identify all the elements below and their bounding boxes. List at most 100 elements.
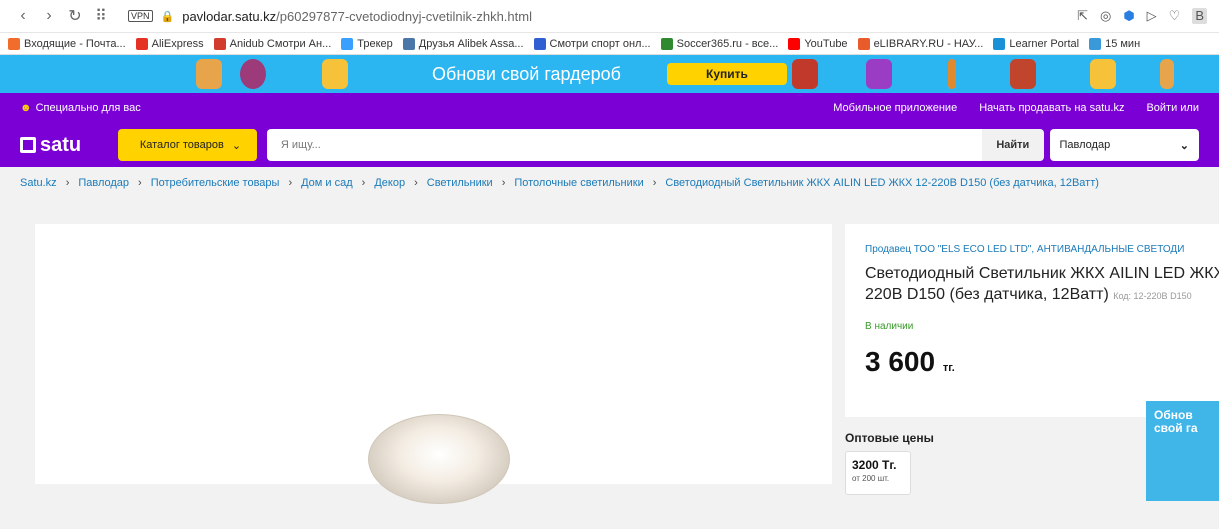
search-input[interactable]: Я ищу... [266, 129, 983, 161]
breadcrumb-link[interactable]: Светильники [427, 177, 493, 189]
bookmark-favicon-icon [993, 37, 1006, 50]
breadcrumb-link[interactable]: Декор [374, 177, 405, 189]
breadcrumb-link[interactable]: Светодиодный Светильник ЖКХ AILIN LED ЖК… [665, 177, 1099, 189]
profile-icon[interactable]: B [1192, 8, 1207, 24]
reload-icon[interactable]: ↻ [64, 5, 86, 27]
bookmark-item[interactable]: eLIBRARY.RU - НАУ... [857, 37, 984, 50]
product-title: Светодиодный Светильник ЖКХ AILIN LED ЖК… [865, 265, 1219, 303]
breadcrumb: Satu.kz › Павлодар › Потребительские товары ›… [0, 167, 1219, 199]
bookmark-favicon-icon [533, 37, 546, 50]
coat-icon [322, 59, 348, 89]
back-icon[interactable]: ‹ [12, 5, 34, 27]
umbrella-icon [948, 59, 956, 89]
shoe-icon [1090, 59, 1116, 89]
heart-icon[interactable]: ♡ [1169, 8, 1181, 24]
mobile-app-link[interactable]: Мобильное приложение [833, 102, 957, 114]
login-link[interactable]: Войти или [1146, 102, 1199, 114]
wholesale-title: Оптовые цены [845, 431, 934, 445]
breadcrumb-separator-icon: › [361, 177, 366, 189]
start-selling-link[interactable]: Начать продавать на satu.kz [979, 102, 1124, 114]
camera-icon[interactable]: ◎ [1100, 8, 1111, 24]
shield-icon[interactable]: ⬢ [1123, 8, 1134, 24]
bookmark-item[interactable]: Soccer365.ru - все... [660, 37, 779, 50]
bookmark-item[interactable]: Learner Portal [993, 37, 1080, 50]
bookmark-favicon-icon [341, 37, 354, 50]
site-header: satu Каталог товаров ⌄ Я ищу... Найти Пав… [0, 123, 1219, 167]
find-button[interactable]: Найти [982, 129, 1044, 161]
bookmark-label: Смотри спорт онл... [549, 37, 651, 50]
vpn-badge[interactable]: VPN [128, 10, 153, 22]
bag-icon [1010, 59, 1036, 89]
breadcrumb-separator-icon: › [501, 177, 506, 189]
product-price: 3 600 тг. [865, 346, 955, 377]
bookmark-favicon-icon [135, 37, 148, 50]
smile-icon: ☻ [20, 102, 32, 114]
glove-icon [866, 59, 892, 89]
bookmark-item[interactable]: Входящие - Почта... [8, 37, 126, 50]
product-content: Продавец ТОО "ELS ECO LED LTD", АНТИВАНД… [0, 199, 1219, 504]
top-nav: ☻ Специально для вас Мобильное приложени… [0, 93, 1219, 123]
hat-icon [240, 59, 266, 89]
special-for-you-link[interactable]: Специально для вас [36, 102, 141, 114]
bookmark-item[interactable]: Друзья Alibek Assa... [402, 37, 524, 50]
bookmark-label: Anidub Смотри Ан... [229, 37, 332, 50]
promo-text: Обнови свой гардероб [432, 63, 621, 84]
bookmark-item[interactable]: Anidub Смотри Ан... [213, 37, 332, 50]
catalog-button[interactable]: Каталог товаров ⌄ [117, 129, 257, 161]
bookmark-item[interactable]: Смотри спорт онл... [533, 37, 651, 50]
bookmark-favicon-icon [1089, 37, 1102, 50]
bookmark-label: Входящие - Почта... [24, 37, 126, 50]
bookmark-label: Друзья Alibek Assa... [418, 37, 524, 50]
breadcrumb-separator-icon: › [288, 177, 293, 189]
breadcrumb-link[interactable]: Потолочные светильники [514, 177, 643, 189]
product-code: Код: 12-220В D150 [1113, 291, 1192, 301]
bookmark-favicon-icon [402, 37, 415, 50]
bookmark-favicon-icon [8, 37, 20, 50]
wholesale-price: 3200 Тг. [852, 458, 897, 472]
bookmark-item[interactable]: YouTube [788, 37, 848, 50]
bookmark-item[interactable]: Трекер [341, 37, 393, 50]
wholesale-price-card[interactable]: 3200 Тг. от 200 шт. [845, 451, 911, 495]
bookmark-favicon-icon [660, 37, 673, 50]
bookmark-label: Трекер [357, 37, 393, 50]
send-icon[interactable]: ▷ [1147, 8, 1157, 24]
address-bar[interactable]: pavlodar.satu.kz/p60297877-cvetodiodnyj-… [182, 9, 532, 24]
boot-icon [1160, 59, 1174, 89]
bookmark-favicon-icon [213, 37, 226, 50]
wholesale-qty: от 200 шт. [852, 474, 890, 483]
breadcrumb-separator-icon: › [652, 177, 657, 189]
bookmark-item[interactable]: 15 мин [1089, 37, 1141, 50]
bookmark-label: AliExpress [151, 37, 204, 50]
product-image-panel[interactable] [35, 224, 832, 504]
bookmark-label: Soccer365.ru - все... [676, 37, 779, 50]
leaf-icon [792, 59, 818, 89]
browser-toolbar: ‹ › ↻ ⠿ VPN 🔒 pavlodar.satu.kz/p60297877… [0, 0, 1219, 33]
bookmark-label: 15 мин [1105, 37, 1141, 50]
product-info: Продавец ТОО "ELS ECO LED LTD", АНТИВАНД… [845, 224, 1219, 417]
share-icon[interactable]: ⇱ [1077, 8, 1088, 24]
apps-grid-icon[interactable]: ⠿ [90, 5, 112, 27]
chevron-down-icon: ⌄ [1179, 139, 1189, 152]
lock-icon: 🔒 [160, 10, 175, 23]
seller-link[interactable]: Продавец ТОО "ELS ECO LED LTD", АНТИВАНД… [865, 244, 1219, 255]
bookmark-favicon-icon [788, 37, 801, 50]
city-select[interactable]: Павлодар ⌄ [1049, 129, 1199, 161]
breadcrumb-separator-icon: › [138, 177, 142, 189]
boot-icon [196, 59, 222, 89]
bookmark-label: eLIBRARY.RU - НАУ... [873, 37, 984, 50]
ad-banner[interactable]: Обнов свой га [1146, 401, 1219, 501]
satu-logo[interactable]: satu [20, 134, 118, 157]
bookmark-label: YouTube [804, 37, 848, 50]
breadcrumb-link[interactable]: Дом и сад [301, 177, 353, 189]
breadcrumb-link[interactable]: Потребительские товары [151, 177, 280, 189]
breadcrumb-separator-icon: › [414, 177, 418, 189]
breadcrumb-link[interactable]: Павлодар [78, 177, 129, 189]
buy-button[interactable]: Купить [666, 63, 787, 85]
forward-icon[interactable]: › [38, 5, 60, 27]
bookmark-item[interactable]: AliExpress [135, 37, 204, 50]
product-image[interactable] [368, 414, 510, 504]
breadcrumb-separator-icon: › [65, 177, 70, 189]
bookmark-label: Learner Portal [1009, 37, 1080, 50]
promo-banner[interactable]: Обнови свой гардероб Купить [0, 55, 1219, 93]
breadcrumb-link[interactable]: Satu.kz [20, 177, 57, 189]
